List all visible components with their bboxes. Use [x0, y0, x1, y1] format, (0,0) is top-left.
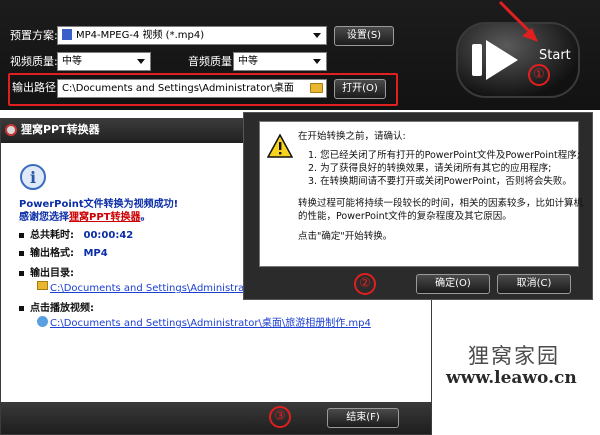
bullet-icon — [19, 250, 24, 256]
preset-select[interactable]: MP4-MPEG-4 视频 (*.mp4) — [57, 26, 327, 45]
watermark-url: www.leawo.cn — [446, 368, 577, 388]
confirm-content: 在开始转换之前，请确认: 1. 您已经关闭了所有打开的PowerPoint文件及… — [259, 121, 583, 267]
open-button[interactable]: 打开(O) — [334, 79, 386, 99]
folder-icon[interactable] — [310, 83, 323, 93]
output-path-value: C:\Documents and Settings\Administrator\… — [62, 83, 294, 94]
step-marker-3: ③ — [269, 406, 291, 428]
settings-panel: 预置方案: MP4-MPEG-4 视频 (*.mp4) 设置(S) 视频质量: … — [0, 0, 600, 110]
play-video-label: 点击播放视频: — [30, 303, 94, 314]
converter-title: 狸窝PPT转换器 — [21, 123, 100, 136]
settings-button[interactable]: 设置(S) — [334, 26, 394, 46]
chevron-down-icon — [137, 59, 145, 64]
step-marker-1: ① — [528, 64, 550, 86]
thanks-message: 感谢您选择狸窝PPT转换器。 — [19, 208, 150, 223]
play-video-link[interactable]: C:\Documents and Settings\Administrator\… — [50, 314, 371, 329]
bullet-icon — [19, 305, 24, 311]
output-format-label: 输出格式: — [30, 248, 74, 259]
preset-value: MP4-MPEG-4 视频 (*.mp4) — [76, 30, 205, 41]
chevron-down-icon — [313, 33, 321, 38]
bullet-icon — [19, 232, 24, 238]
output-path-input[interactable]: C:\Documents and Settings\Administrator\… — [57, 79, 327, 98]
preset-label: 预置方案: — [10, 29, 58, 42]
confirm-intro: 在开始转换之前，请确认: — [298, 131, 406, 142]
play-video-icon — [37, 316, 48, 327]
red-arrow-icon — [498, 0, 538, 42]
thanks-suffix: 。 — [140, 212, 151, 223]
confirm-item-3: 3. 在转换期间请不要打开或关闭PowerPoint，否则将会失败。 — [308, 176, 572, 187]
total-time-label: 总共耗时: — [30, 230, 74, 241]
output-dir-label: 输出目录: — [30, 268, 74, 279]
info-icon: i — [20, 164, 46, 190]
watermark-brand: 狸窝家园 — [468, 344, 560, 368]
video-quality-select[interactable]: 中等 — [57, 52, 151, 71]
audio-quality-label: 音频质量: — [188, 55, 236, 68]
warning-icon — [267, 134, 293, 158]
start-label: Start — [539, 48, 571, 63]
finish-button[interactable]: 结束(F) — [327, 408, 399, 428]
audio-quality-select[interactable]: 中等 — [233, 52, 327, 71]
ok-button[interactable]: 确定(O) — [416, 274, 490, 294]
confirm-dialog: 在开始转换之前，请确认: 1. 您已经关闭了所有打开的PowerPoint文件及… — [243, 112, 593, 300]
output-format-row: 输出格式: MP4 — [19, 244, 108, 259]
converter-footer: ③ 结束(F) — [1, 402, 431, 434]
output-format-value: MP4 — [83, 248, 108, 259]
bullet-icon — [19, 270, 24, 276]
thanks-brand: 狸窝PPT转换器 — [69, 212, 141, 223]
chevron-down-icon — [313, 59, 321, 64]
svg-text:i: i — [30, 168, 36, 187]
step-marker-2: ② — [354, 273, 376, 295]
video-file-icon — [62, 29, 72, 40]
confirm-note-2: 的性能，PowerPoint文件的复杂程度及其它原因。 — [298, 211, 512, 222]
confirm-note-1: 转换过程可能将持续一段较长的时间，相关的因素较多，比如计算机 — [298, 198, 584, 209]
video-quality-value: 中等 — [62, 56, 82, 67]
cancel-button[interactable]: 取消(C) — [497, 274, 571, 294]
play-video-row: 点击播放视频: — [19, 299, 94, 314]
confirm-item-2: 2. 为了获得良好的转换效果，请关闭所有其它的应用程序; — [308, 163, 552, 174]
video-quality-label: 视频质量: — [10, 55, 58, 68]
output-path-label: 输出路径: — [12, 81, 60, 94]
app-logo-icon — [5, 124, 17, 136]
total-time-value: 00:00:42 — [83, 230, 134, 241]
audio-quality-value: 中等 — [238, 56, 258, 67]
total-time-row: 总共耗时: 00:00:42 — [19, 226, 133, 241]
folder-icon — [37, 281, 48, 290]
confirm-hint: 点击"确定"开始转换。 — [298, 231, 393, 242]
thanks-prefix: 感谢您选择 — [19, 212, 69, 223]
output-dir-row: 输出目录: — [19, 264, 74, 279]
confirm-item-1: 1. 您已经关闭了所有打开的PowerPoint文件及PowerPoint程序; — [308, 150, 580, 161]
